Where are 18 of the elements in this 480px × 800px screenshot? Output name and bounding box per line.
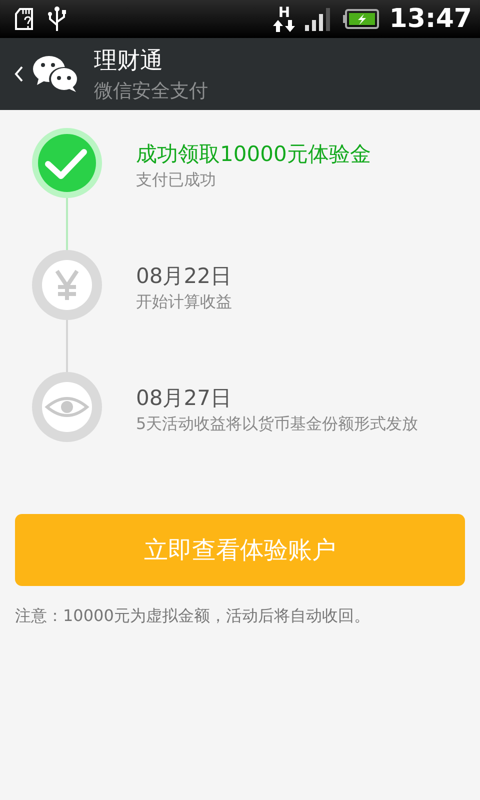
data-arrows-icon [273, 20, 296, 32]
app-subtitle: 微信安全支付 [94, 78, 208, 104]
step-title: 08月22日 [136, 262, 232, 290]
chat-bubbles-icon [32, 54, 80, 94]
sd-card-icon [14, 7, 36, 31]
step-subtitle: 开始计算收益 [136, 292, 232, 312]
clock: 13:47 [389, 4, 472, 34]
app-title: 理财通 [94, 46, 164, 76]
step-title: 成功领取10000元体验金 [136, 140, 371, 168]
network-type: H [278, 6, 290, 20]
step-title: 08月27日 [136, 384, 232, 412]
back-icon[interactable] [14, 65, 24, 83]
usb-icon [46, 5, 68, 33]
view-account-button[interactable]: 立即查看体验账户 [15, 514, 465, 586]
battery-charging-icon [343, 9, 380, 29]
step-subtitle: 5天活动收益将以货币基金份额形式发放 [136, 414, 418, 434]
notice-text: 注意：10000元为虚拟金额，活动后将自动收回。 [15, 606, 371, 627]
step-subtitle: 支付已成功 [136, 170, 217, 190]
